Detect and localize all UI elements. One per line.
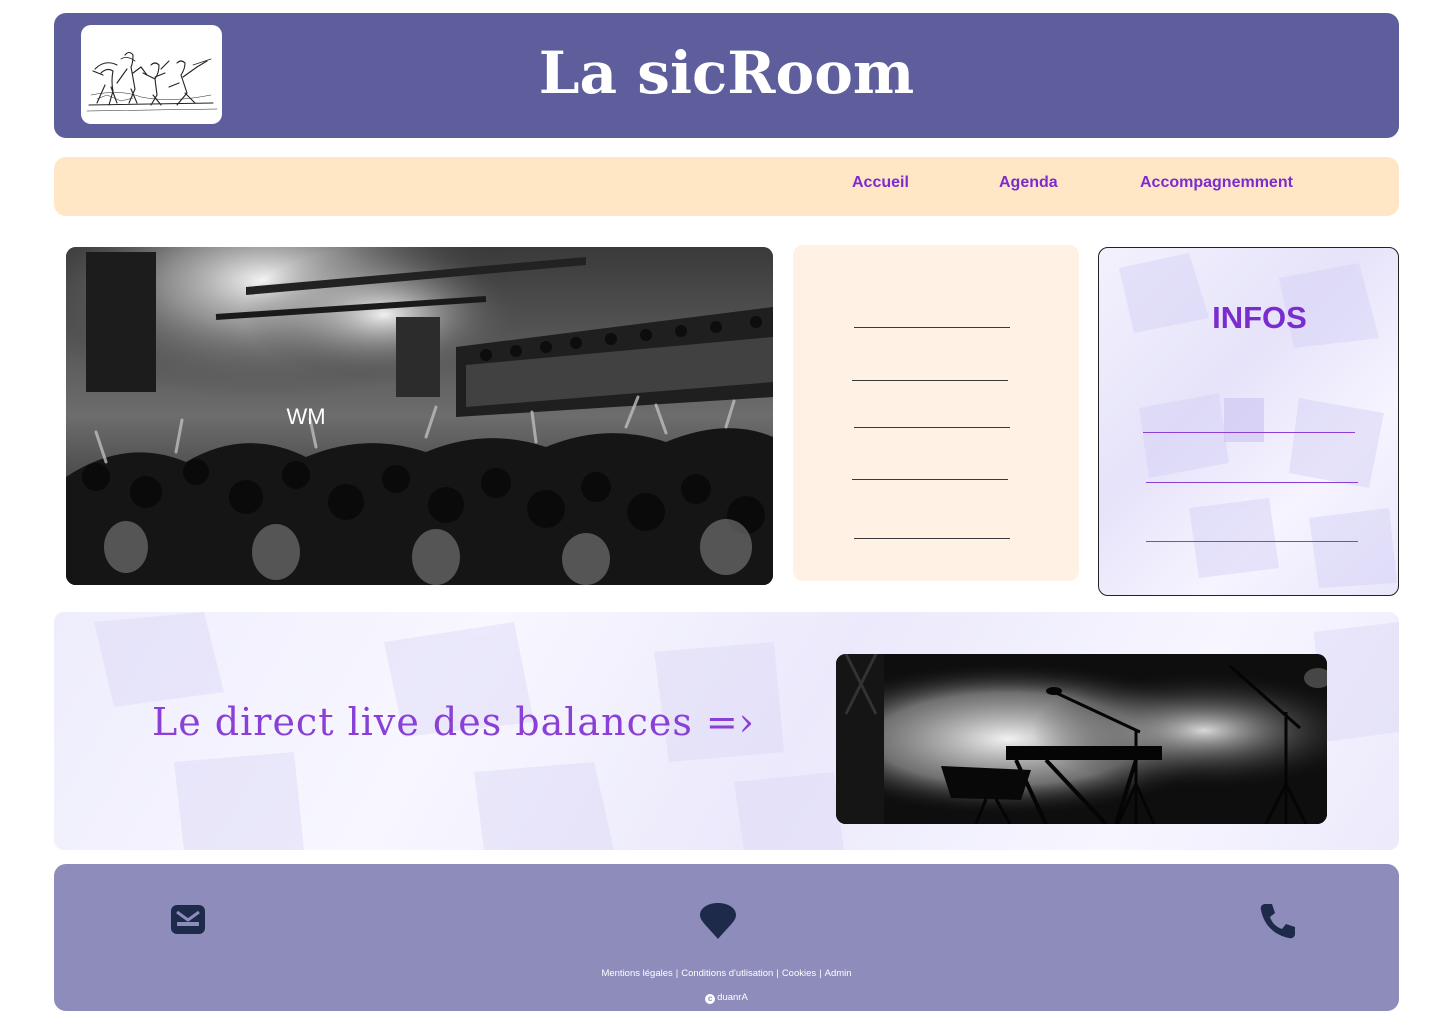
footer-link-conditions[interactable]: Conditions d'utlisation [681,968,773,979]
live-soundcheck-banner: Le direct live des balances =› [54,612,1399,850]
site-header: La sicRoom [54,13,1399,138]
nav-item-agenda[interactable]: Agenda [999,174,1058,192]
site-footer: Mentions légales | Conditions d'utlisation… [54,864,1399,1011]
copyright: c duanrA [54,992,1399,1004]
site-title: La sicRoom [538,39,915,107]
link-placeholder-line[interactable] [852,380,1008,381]
link-placeholder-line[interactable] [854,427,1010,428]
hero-overlay-text: WM [286,404,325,429]
link-placeholder-line[interactable] [852,479,1008,480]
copyright-icon: c [705,994,716,1004]
footer-link-mentions[interactable]: Mentions légales [601,968,672,979]
copyright-text: duanrA [717,992,748,1003]
stage-photo [836,654,1327,824]
link-placeholder-line[interactable] [854,327,1010,328]
mail-icon[interactable] [170,902,206,941]
stage-smoke-image [836,654,1327,824]
info-placeholder-line[interactable] [1146,482,1358,483]
live-soundcheck-link[interactable]: Le direct live des balances =› [152,700,755,744]
footer-link-admin[interactable]: Admin [825,968,852,979]
main-nav: Accueil Agenda Accompagnemment [54,157,1399,216]
footer-link-cookies[interactable]: Cookies [782,968,816,979]
info-placeholder-line[interactable] [1146,541,1358,542]
quick-links-card [793,245,1079,581]
nav-item-accompagnement[interactable]: Accompagnemment [1140,174,1293,192]
location-pin-icon[interactable] [699,902,737,945]
info-placeholder-line[interactable] [1143,432,1355,433]
nav-item-accueil[interactable]: Accueil [852,174,909,192]
concert-crowd-image: WM [66,247,773,585]
footer-links: Mentions légales | Conditions d'utlisation… [601,968,852,979]
infos-card: INFOS [1098,247,1399,596]
link-placeholder-line[interactable] [854,538,1010,539]
concert-crowd-photo: WM [66,247,773,585]
infos-title: INFOS [1212,300,1307,335]
phone-icon[interactable] [1259,902,1297,945]
